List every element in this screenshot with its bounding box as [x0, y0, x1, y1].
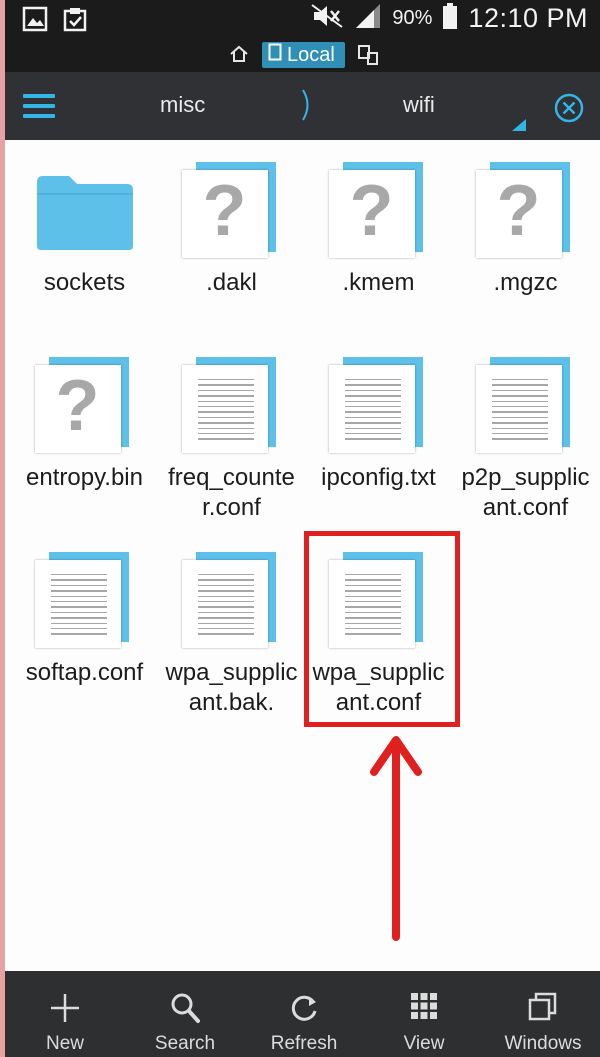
file-item-sockets[interactable]: sockets	[11, 142, 158, 298]
file-name: .dakl	[206, 269, 257, 296]
text-file-icon	[181, 552, 282, 650]
local-chip[interactable]: Local	[262, 42, 345, 68]
local-label: Local	[287, 43, 335, 66]
file-item-mgzc[interactable]: ? .mgzc	[452, 142, 599, 298]
file-item-softap[interactable]: softap.conf	[11, 532, 158, 688]
dropdown-corner-icon[interactable]	[512, 118, 526, 136]
file-name: wpa_supplicant.bak.	[165, 659, 298, 716]
text-file-icon	[475, 357, 576, 455]
file-name: p2p_supplicant.conf	[461, 464, 590, 521]
arrow-up-icon	[368, 732, 424, 947]
home-icon[interactable]	[229, 44, 249, 69]
highlight-box	[304, 531, 460, 727]
battery-icon	[442, 2, 458, 35]
clock: 12:10 PM	[468, 3, 588, 33]
text-file-icon	[328, 357, 429, 455]
windows-button[interactable]: Windows	[483, 971, 600, 1057]
path-segment-misc[interactable]: misc	[160, 92, 205, 118]
file-name: entropy.bin	[26, 464, 143, 491]
bottom-toolbar: New Search Refresh View Windows	[0, 971, 600, 1057]
left-edge	[0, 0, 5, 1057]
close-icon[interactable]	[553, 92, 585, 129]
file-item-ipconfig[interactable]: ipconfig.txt	[305, 337, 452, 493]
file-item-entropy-bin[interactable]: ? entropy.bin	[11, 337, 158, 493]
chevron-right-icon	[300, 88, 314, 127]
status-bar: 90% 12:10 PM	[0, 0, 600, 38]
new-label: New	[45, 1033, 84, 1054]
path-segment-wifi[interactable]: wifi	[403, 92, 435, 118]
new-button[interactable]: New	[5, 971, 125, 1057]
refresh-label: Refresh	[270, 1033, 338, 1054]
search-label: Search	[154, 1033, 216, 1054]
refresh-icon	[287, 991, 321, 1027]
network-icon[interactable]	[357, 44, 379, 71]
unknown-file-icon: ?	[328, 162, 429, 260]
file-item-dakl[interactable]: ? .dakl	[158, 142, 305, 298]
search-icon	[168, 991, 202, 1027]
file-item-kmem[interactable]: ? .kmem	[305, 142, 452, 298]
windows-icon	[527, 991, 559, 1027]
storage-icon	[268, 43, 282, 67]
folder-icon	[35, 162, 135, 260]
text-file-icon	[181, 357, 282, 455]
view-label: View	[403, 1033, 445, 1054]
windows-label: Windows	[504, 1033, 582, 1054]
file-name: sockets	[43, 269, 126, 296]
menu-icon[interactable]	[23, 94, 55, 118]
file-name: .kmem	[342, 269, 415, 296]
file-name: freq_counter.conf	[168, 464, 295, 521]
unknown-file-icon: ?	[181, 162, 282, 260]
mute-icon	[310, 3, 344, 34]
file-name: ipconfig.txt	[321, 464, 436, 491]
unknown-file-icon: ?	[34, 357, 135, 455]
path-bar: misc wifi	[0, 72, 600, 140]
file-item-wpa-supplicant-bak[interactable]: wpa_supplicant.bak.	[158, 532, 305, 718]
refresh-button[interactable]: Refresh	[244, 971, 364, 1057]
battery-percent: 90%	[392, 7, 433, 29]
file-name: .mgzc	[493, 269, 558, 296]
grid-view-icon	[409, 991, 439, 1027]
unknown-file-icon: ?	[475, 162, 576, 260]
signal-icon	[354, 2, 382, 35]
gallery-icon	[22, 6, 48, 37]
file-name: softap.conf	[25, 659, 144, 686]
text-file-icon	[34, 552, 135, 650]
file-item-p2p-supplicant[interactable]: p2p_supplicant.conf	[452, 337, 599, 523]
search-button[interactable]: Search	[125, 971, 245, 1057]
location-strip: Local	[0, 38, 600, 72]
clipboard-icon	[62, 6, 88, 37]
view-button[interactable]: View	[364, 971, 484, 1057]
file-item-freq-counter[interactable]: freq_counter.conf	[158, 337, 305, 523]
plus-icon	[48, 991, 82, 1027]
